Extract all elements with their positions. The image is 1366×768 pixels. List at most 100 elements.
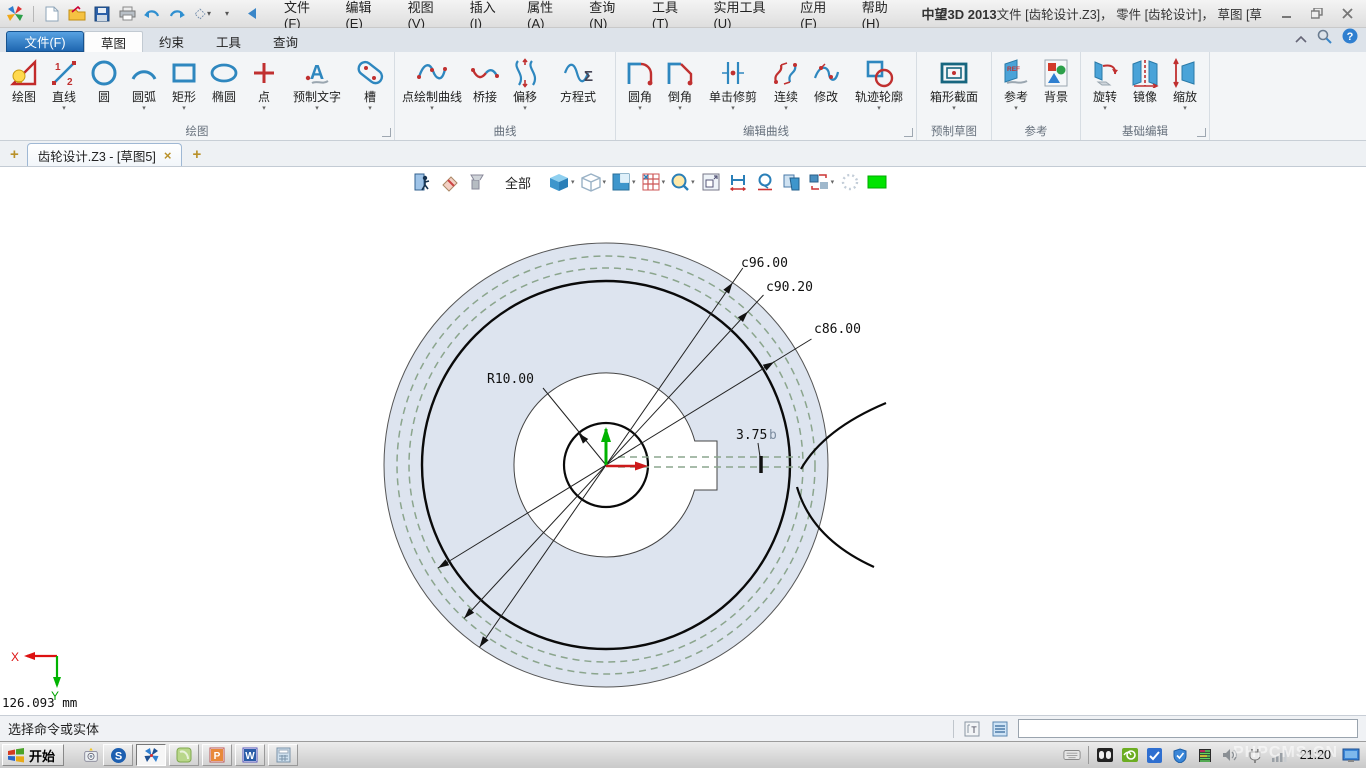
ribbon-item-rotate[interactable]: 旋转▾: [1085, 54, 1125, 122]
close-button[interactable]: [1332, 4, 1362, 24]
wireframe-view-button[interactable]: ▾: [580, 171, 607, 193]
new-file-button[interactable]: [43, 5, 61, 23]
linear-dim-button[interactable]: [727, 171, 749, 193]
redo-button[interactable]: [168, 5, 186, 23]
ribbon-item-label: 圆角: [628, 90, 652, 104]
input-options-icon[interactable]: T: [962, 720, 982, 738]
zoom-button[interactable]: ▾: [670, 171, 695, 193]
taskbar-app-notes[interactable]: [169, 744, 199, 766]
taskbar-app-browser[interactable]: S: [103, 744, 133, 766]
zoom-window-button[interactable]: [700, 171, 722, 193]
display-all-dropdown[interactable]: 全部: [493, 171, 543, 193]
taskbar-app-calculator[interactable]: [268, 744, 298, 766]
ribbon-item-ellipse[interactable]: 椭圆▾: [204, 54, 244, 122]
ribbon-item-modify[interactable]: 修改▾: [806, 54, 846, 122]
collapse-left-icon[interactable]: [243, 5, 261, 23]
tray-dolby-icon[interactable]: [1096, 746, 1114, 764]
ribbon-item-fillet[interactable]: 圆角▾: [620, 54, 660, 122]
system-tray: 21:20: [1063, 746, 1366, 764]
undo-button[interactable]: [143, 5, 161, 23]
add-tab-button[interactable]: +: [182, 146, 209, 166]
start-button[interactable]: 开始: [2, 744, 64, 766]
ribbon-item-ready-text[interactable]: A 预制文字▾: [284, 54, 350, 122]
taskbar-app-zw3d[interactable]: [136, 744, 166, 766]
power-plug-icon[interactable]: [1246, 746, 1264, 764]
screen-recorder-icon[interactable]: [82, 746, 100, 764]
ribbon-item-mirror[interactable]: 镜像▾: [1125, 54, 1165, 122]
minimize-button[interactable]: [1272, 4, 1302, 24]
selection-mode-dropdown[interactable]: ▾: [193, 5, 211, 23]
dim-label-r10[interactable]: R10.00: [487, 372, 534, 387]
grid-button[interactable]: ▾: [641, 171, 666, 193]
ribbon-item-reference[interactable]: REF 参考▾: [996, 54, 1036, 122]
dim-label-d90[interactable]: c90.20: [766, 280, 813, 295]
ribbon-item-spline[interactable]: 点绘制曲线▾: [399, 54, 465, 122]
group-expander-icon[interactable]: [904, 128, 913, 137]
taskbar-app-word[interactable]: W: [235, 744, 265, 766]
ribbon-group-label: 编辑曲线: [616, 122, 916, 140]
radial-dim-button[interactable]: [754, 171, 776, 193]
tab-constraint[interactable]: 约束: [143, 31, 200, 52]
ribbon-item-line[interactable]: 12 直线▾: [44, 54, 84, 122]
ribbon-item-equation[interactable]: Σ 方程式▾: [545, 54, 611, 122]
collapse-ribbon-icon[interactable]: [1295, 30, 1307, 48]
ribbon-item-bridge[interactable]: 桥接▾: [465, 54, 505, 122]
ribbon-item-power-trim[interactable]: 单击修剪▾: [700, 54, 766, 122]
network-signal-icon[interactable]: [1271, 746, 1289, 764]
group-expander-icon[interactable]: [382, 128, 391, 137]
tab-close-icon[interactable]: ×: [164, 148, 172, 163]
ribbon-item-background[interactable]: 背景▾: [1036, 54, 1076, 122]
exit-sketch-button[interactable]: [412, 171, 434, 193]
ribbon-item-offset[interactable]: 偏移▾: [505, 54, 545, 122]
help-icon[interactable]: ?: [1342, 28, 1358, 49]
ribbon-item-rectangle[interactable]: 矩形▾: [164, 54, 204, 122]
dim-label-d96[interactable]: c96.00: [741, 256, 788, 271]
command-input[interactable]: [1018, 719, 1358, 738]
tab-inquire[interactable]: 查询: [257, 31, 314, 52]
tray-shield-icon[interactable]: [1171, 746, 1189, 764]
swap-button[interactable]: ▾: [808, 171, 835, 193]
pattern-button[interactable]: [839, 171, 861, 193]
file-menu-button[interactable]: 文件(F): [6, 31, 84, 52]
erase-button[interactable]: [439, 171, 461, 193]
ribbon-item-circle[interactable]: 圆▾: [84, 54, 124, 122]
align-view-button[interactable]: ▾: [611, 171, 636, 193]
print-button[interactable]: [118, 5, 136, 23]
dim-label-d86[interactable]: c86.00: [814, 322, 861, 337]
show-desktop-icon[interactable]: [1342, 746, 1360, 764]
color-swatch[interactable]: [866, 171, 888, 193]
ribbon-item-point[interactable]: 点▾: [244, 54, 284, 122]
ribbon-item-sketch[interactable]: 绘图▾: [4, 54, 44, 122]
tray-grid-icon[interactable]: [1196, 746, 1214, 764]
gear-sketch-drawing[interactable]: c96.00 c90.20 c86.00 R10.00 3.75 b X Y 1…: [0, 167, 1366, 715]
ribbon-item-box-section[interactable]: 箱形截面▾: [921, 54, 987, 122]
ribbon-item-continue[interactable]: 连续▾: [766, 54, 806, 122]
tray-qq-icon[interactable]: [1146, 746, 1164, 764]
restore-button[interactable]: [1302, 4, 1332, 24]
toolbar-options-dropdown[interactable]: ▾: [218, 5, 236, 23]
group-expander-icon[interactable]: [1197, 128, 1206, 137]
ref-geom-button[interactable]: [781, 171, 803, 193]
new-doc-plus-icon[interactable]: +: [0, 146, 27, 166]
search-icon[interactable]: [1317, 29, 1332, 49]
sketch-canvas[interactable]: c96.00 c90.20 c86.00 R10.00 3.75 b X Y 1…: [0, 167, 1366, 715]
volume-icon[interactable]: [1221, 746, 1239, 764]
history-list-icon[interactable]: [990, 720, 1010, 738]
document-tab-active[interactable]: 齿轮设计.Z3 - [草图5] ×: [27, 143, 183, 166]
ribbon-item-track-profile[interactable]: 轨迹轮廓▾: [846, 54, 912, 122]
filter-button[interactable]: [466, 171, 488, 193]
tab-tools[interactable]: 工具: [200, 31, 257, 52]
ribbon-item-arc[interactable]: 圆弧▾: [124, 54, 164, 122]
dim-label-key[interactable]: 3.75: [736, 428, 767, 443]
taskbar-clock[interactable]: 21:20: [1296, 748, 1335, 762]
ribbon-item-chamfer[interactable]: 倒角▾: [660, 54, 700, 122]
save-button[interactable]: [93, 5, 111, 23]
ribbon-item-scale[interactable]: 缩放▾: [1165, 54, 1205, 122]
tray-nvidia-icon[interactable]: [1121, 746, 1139, 764]
tab-sketch[interactable]: 草图: [84, 31, 143, 52]
shaded-view-button[interactable]: ▾: [548, 171, 575, 193]
keyboard-layout-icon[interactable]: [1063, 746, 1081, 764]
taskbar-app-powerpoint[interactable]: P: [202, 744, 232, 766]
open-file-button[interactable]: [68, 5, 86, 23]
ribbon-item-slot[interactable]: 槽▾: [350, 54, 390, 122]
